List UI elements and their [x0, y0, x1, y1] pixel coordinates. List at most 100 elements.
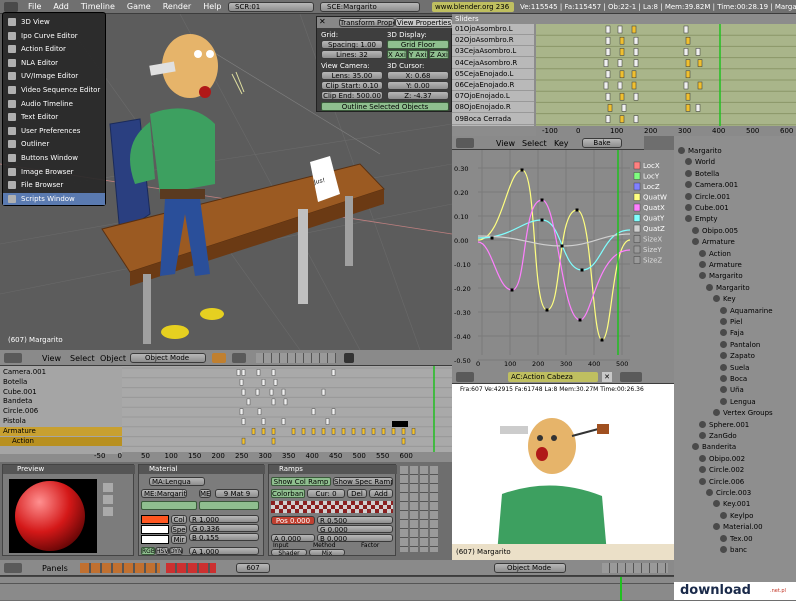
- menu-file[interactable]: File: [28, 2, 41, 11]
- outliner-item[interactable]: Keylpo: [720, 511, 753, 522]
- render-mode-selector[interactable]: Object Mode: [494, 563, 566, 573]
- ipo-channel-label[interactable]: QuatW: [643, 194, 667, 202]
- action-channel[interactable]: Pistola: [0, 417, 122, 426]
- action-channel[interactable]: Action: [0, 436, 122, 446]
- spe-swatch[interactable]: [141, 525, 169, 534]
- ipo-menu-key[interactable]: Key: [554, 139, 569, 148]
- ramp-g-slider[interactable]: G 0.000: [317, 525, 393, 533]
- outliner-item[interactable]: World: [685, 157, 715, 168]
- y-axis-toggle[interactable]: Y Axis: [408, 50, 428, 59]
- pos-field[interactable]: Pos 0.000: [271, 516, 315, 525]
- window-menu-item[interactable]: Outliner: [3, 138, 105, 150]
- outliner-item[interactable]: Faja: [720, 328, 744, 339]
- ipo-channel-label[interactable]: SizeY: [643, 246, 662, 254]
- menu-render[interactable]: Render: [163, 2, 191, 11]
- frame-field[interactable]: 607: [236, 563, 270, 573]
- pivot-icon[interactable]: [232, 353, 246, 363]
- material-option[interactable]: [141, 501, 197, 510]
- editor-type-icon[interactable]: [456, 138, 474, 148]
- slider-channel[interactable]: 01OjoAsombro.L: [452, 24, 534, 35]
- ipo-channel-label[interactable]: QuatX: [643, 204, 665, 212]
- shader-selector[interactable]: Shader: [271, 549, 307, 556]
- outliner-item[interactable]: Circle.003: [706, 488, 751, 499]
- layers-grid[interactable]: [256, 353, 336, 363]
- screen-selector[interactable]: SCR:01: [228, 2, 314, 12]
- menu-select[interactable]: Select: [70, 354, 95, 363]
- ipo-channel-label[interactable]: LocY: [643, 173, 660, 181]
- window-menu-item[interactable]: UV/Image Editor: [3, 70, 105, 82]
- cursor-y-field[interactable]: Y: 0.00: [387, 81, 449, 90]
- ipo-channel-label[interactable]: LocZ: [643, 183, 660, 191]
- outliner-item[interactable]: Circle.002: [699, 465, 744, 476]
- outliner-item[interactable]: Obipo.002: [699, 454, 745, 465]
- outliner-item[interactable]: Suela: [720, 363, 749, 374]
- spe-button[interactable]: Spe: [171, 525, 187, 534]
- menu-view[interactable]: View: [42, 354, 61, 363]
- window-menu-item[interactable]: Scripts Window: [3, 192, 105, 205]
- hsv-mode[interactable]: HSV: [155, 547, 169, 555]
- menu-timeline[interactable]: Timeline: [81, 2, 115, 11]
- window-menu-item[interactable]: NLA Editor: [3, 57, 105, 69]
- ipo-menu-select[interactable]: Select: [522, 139, 547, 148]
- outliner-item[interactable]: Vertex Groups: [713, 408, 773, 419]
- slider-channel[interactable]: 03CejaAsombro.L: [452, 46, 534, 58]
- panels-label[interactable]: Panels: [42, 564, 68, 573]
- timeline-ruler[interactable]: [0, 576, 674, 601]
- mode-selector[interactable]: Object Mode: [130, 353, 206, 363]
- outliner-item[interactable]: Banderita: [692, 442, 736, 453]
- outliner-item[interactable]: Key.001: [713, 499, 750, 510]
- outliner-item[interactable]: Camera.001: [685, 180, 738, 191]
- menu-object[interactable]: Object: [100, 354, 126, 363]
- outliner-item[interactable]: Armature: [692, 237, 735, 248]
- mir-swatch[interactable]: [141, 535, 169, 544]
- ipo-channel-label[interactable]: QuatY: [643, 215, 665, 223]
- outliner-item[interactable]: ZanGdo: [699, 431, 737, 442]
- scene-selector[interactable]: SCE:Margarito: [320, 2, 420, 12]
- window-menu-item[interactable]: 3D View: [3, 16, 105, 28]
- window-menu-item[interactable]: User Preferences: [3, 125, 105, 137]
- menu-game[interactable]: Game: [127, 2, 151, 11]
- slider-channel[interactable]: 07OjoEnojado.L: [452, 91, 534, 103]
- action-channel[interactable]: Circle.006: [0, 407, 122, 416]
- outliner-item[interactable]: Obipo.005: [692, 226, 738, 237]
- ipo-channel-label[interactable]: QuatZ: [643, 225, 665, 233]
- mir-button[interactable]: Mir: [171, 535, 187, 544]
- outliner-item[interactable]: Key: [713, 294, 736, 305]
- window-menu-item[interactable]: Video Sequence Editor: [3, 84, 105, 96]
- cur-field[interactable]: Cur: 0: [307, 489, 345, 498]
- clip-end-field[interactable]: Clip End: 500.00: [321, 91, 383, 100]
- outliner-item[interactable]: Botella: [685, 169, 719, 180]
- ipo-channel-label[interactable]: SizeZ: [643, 257, 662, 265]
- colorband-toggle[interactable]: Colorband: [271, 489, 305, 498]
- slider-channel[interactable]: 05CejaEnojado.L: [452, 69, 534, 80]
- window-menu-item[interactable]: Action Editor: [3, 43, 105, 55]
- spacing-field[interactable]: Spacing: 1.00: [321, 40, 383, 49]
- action-key-grid[interactable]: [122, 366, 452, 452]
- editor-type-icon[interactable]: [4, 353, 22, 363]
- preview-type-icon[interactable]: [103, 495, 113, 504]
- outliner-item[interactable]: Cube.001: [685, 203, 729, 214]
- outline-selected-button[interactable]: Outline Selected Objects: [321, 102, 449, 111]
- window-menu-item[interactable]: Image Browser: [3, 166, 105, 178]
- preview-type-icon[interactable]: [103, 483, 113, 492]
- dyn-mode[interactable]: DYN: [169, 547, 183, 555]
- outliner-item[interactable]: Zapato: [720, 351, 755, 362]
- outliner-item[interactable]: Action: [699, 249, 731, 260]
- ipo-menu-view[interactable]: View: [496, 139, 515, 148]
- outliner-item[interactable]: Empty: [685, 214, 718, 225]
- show-col-ramp-toggle[interactable]: Show Col Ramp: [271, 477, 331, 486]
- cursor-x-field[interactable]: X: 0.68: [387, 71, 449, 80]
- window-menu-item[interactable]: Text Editor: [3, 111, 105, 123]
- z-axis-toggle[interactable]: Z Axis: [429, 50, 449, 59]
- mesh-name-field[interactable]: ME:Margarito: [141, 489, 187, 498]
- mesh-link-button[interactable]: ME: [199, 489, 211, 498]
- col-swatch[interactable]: [141, 515, 169, 524]
- action-channel[interactable]: Camera.001: [0, 368, 122, 377]
- lines-field[interactable]: Lines: 32: [321, 50, 383, 59]
- close-icon[interactable]: ✕: [602, 372, 612, 382]
- outliner-item[interactable]: Material.00: [713, 522, 763, 533]
- grid-floor-toggle[interactable]: Grid Floor: [387, 40, 449, 49]
- del-button[interactable]: Del: [347, 489, 367, 498]
- outliner-item[interactable]: banc: [720, 545, 747, 556]
- menu-add[interactable]: Add: [53, 2, 69, 11]
